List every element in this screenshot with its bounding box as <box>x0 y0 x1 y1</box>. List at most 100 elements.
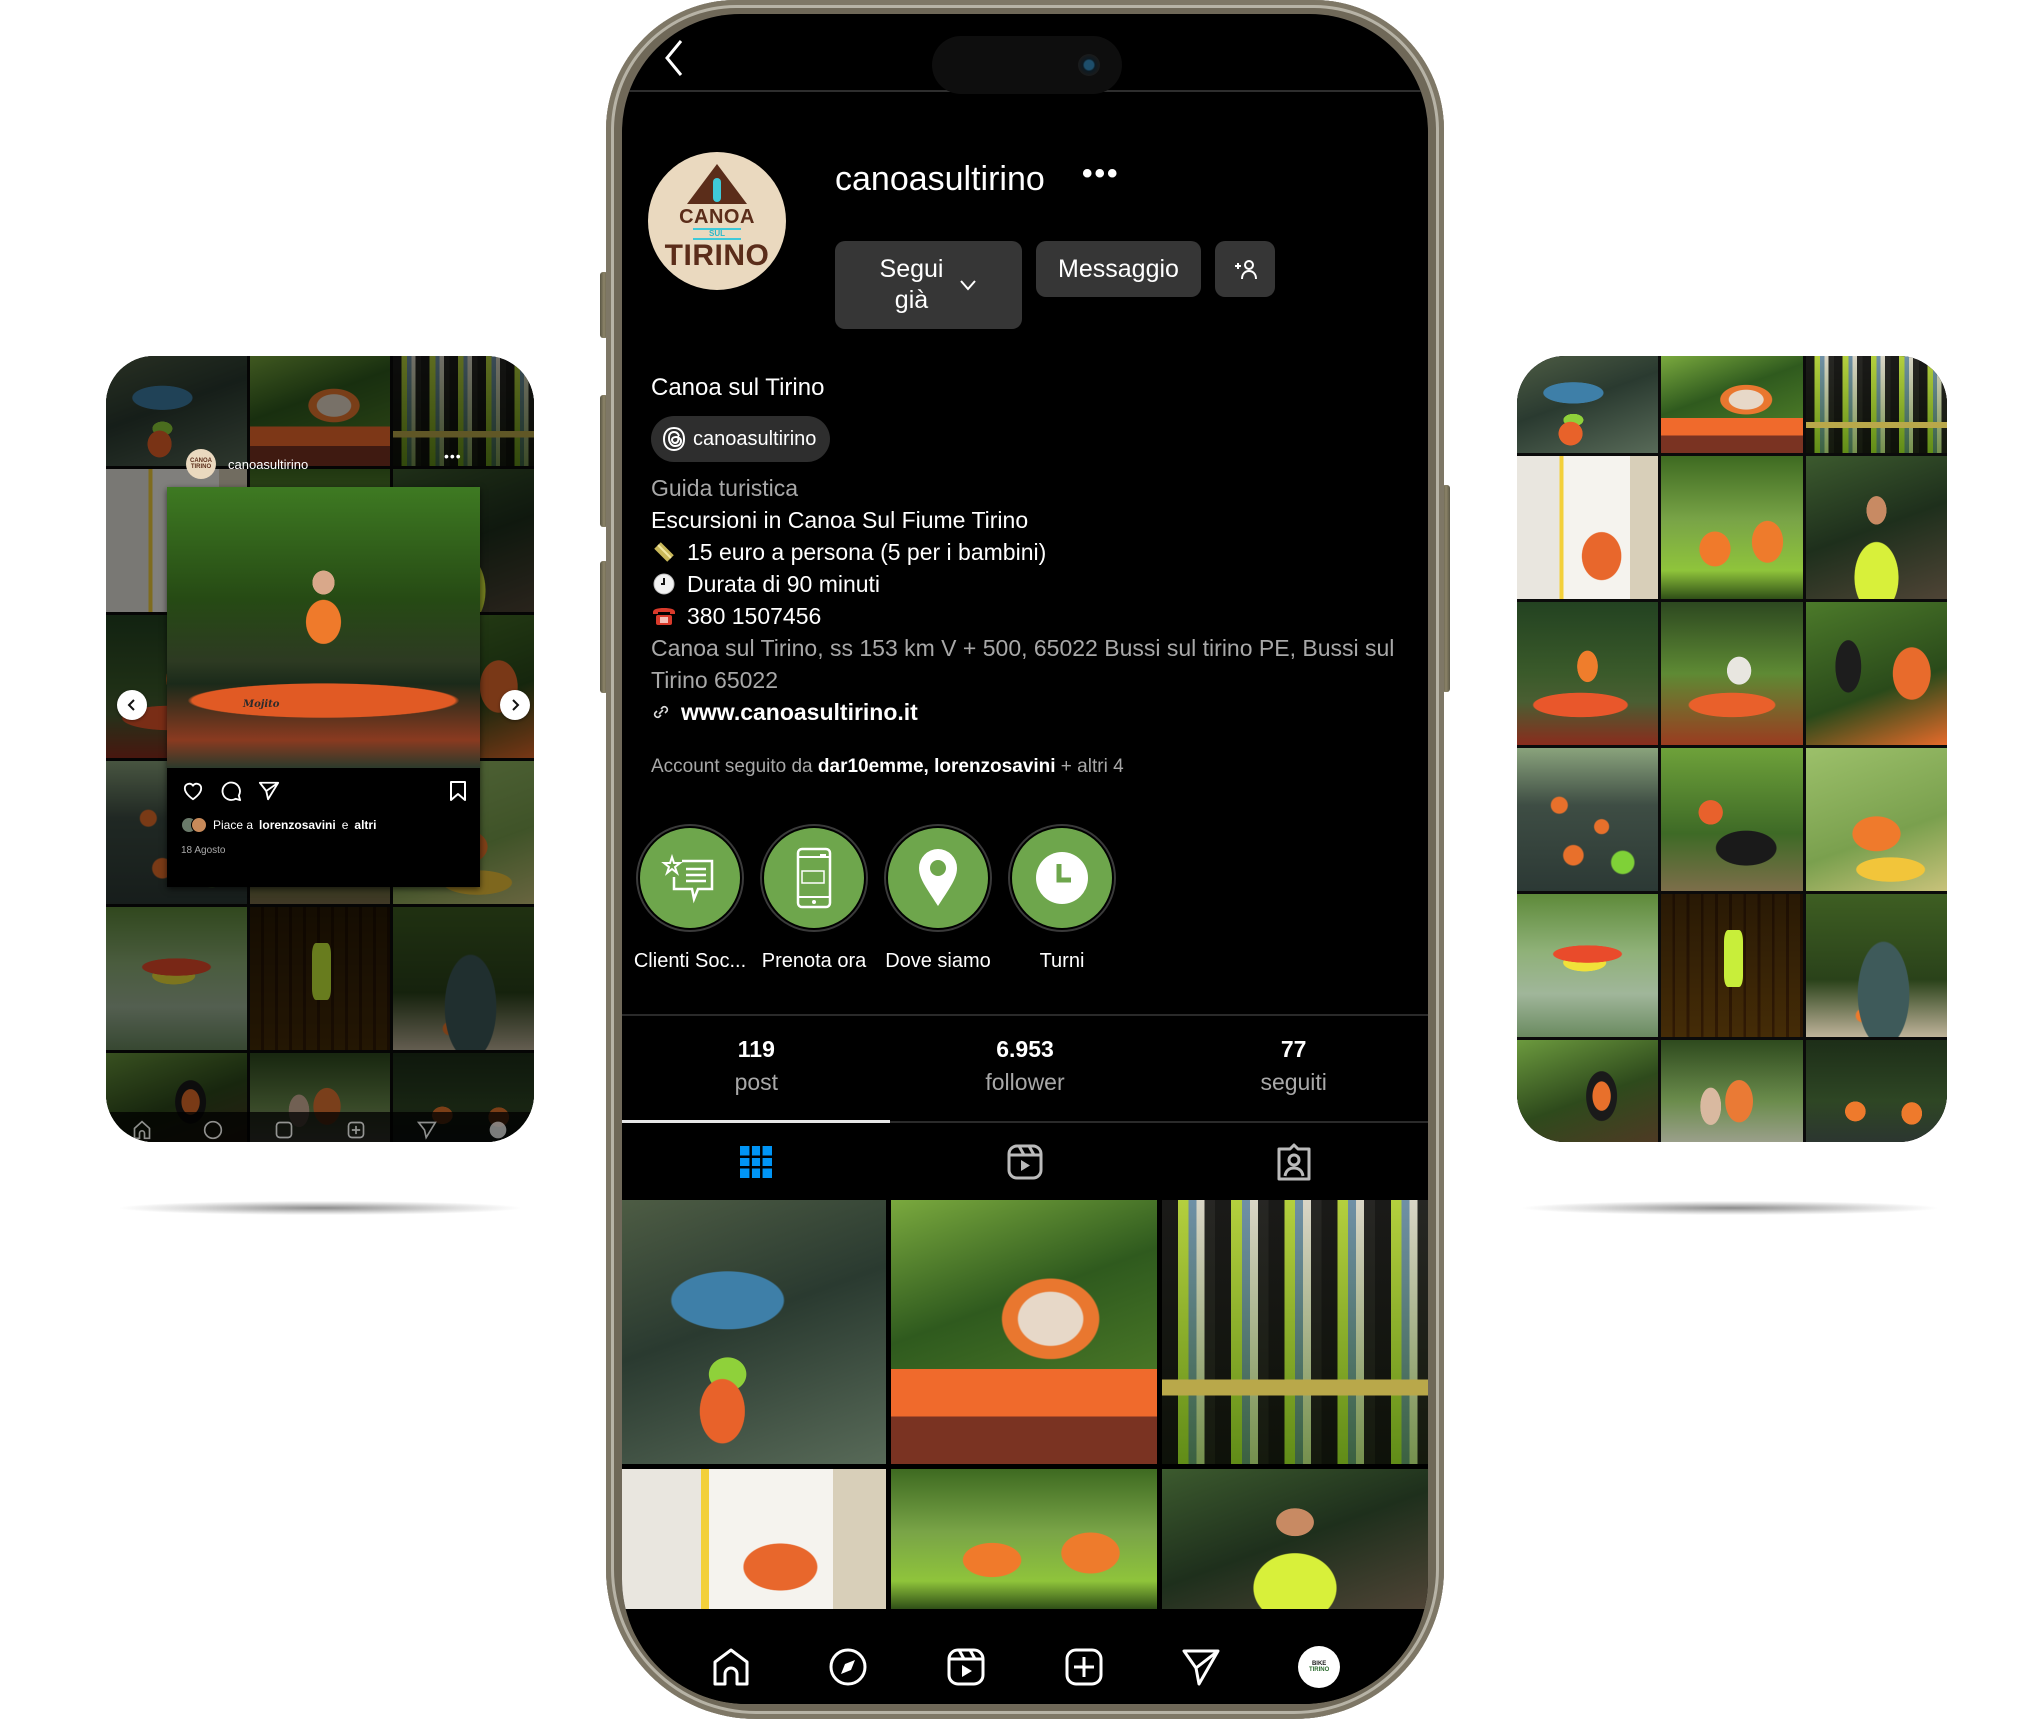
profile-avatar[interactable]: CANOA SUL TIRINO <box>648 152 786 290</box>
location-pin-icon <box>919 849 957 906</box>
phone-booking-icon <box>796 847 832 909</box>
grid-photo[interactable] <box>1517 1040 1659 1142</box>
post-thumbnail[interactable] <box>1162 1469 1428 1609</box>
grid-photo[interactable] <box>1805 748 1947 891</box>
nav-home[interactable] <box>709 1645 753 1689</box>
grid-photo[interactable] <box>1661 1040 1803 1142</box>
grid-photo[interactable] <box>1517 456 1659 599</box>
grid-photo[interactable] <box>1805 1040 1947 1142</box>
profile-address[interactable]: Canoa sul Tirino, ss 153 km V + 500, 650… <box>651 632 1411 696</box>
plus-square-icon <box>1065 1648 1103 1686</box>
grid-photo[interactable] <box>1517 356 1659 453</box>
following-button[interactable]: Segui già <box>835 241 1022 329</box>
post-photo[interactable]: Mojito <box>167 487 480 768</box>
send-icon[interactable] <box>416 1120 437 1140</box>
compass-icon[interactable] <box>203 1120 223 1140</box>
nav-explore[interactable] <box>826 1645 870 1689</box>
nav-profile[interactable]: BIKE TIRINO <box>1297 1645 1341 1689</box>
message-button[interactable]: Messaggio <box>1036 241 1201 297</box>
chevron-left-icon <box>665 40 683 76</box>
highlight-prenota-ora[interactable]: Prenota ora <box>752 824 876 973</box>
bookmark-icon[interactable] <box>446 779 470 803</box>
right-phone-grid <box>1517 356 1947 1142</box>
post-thumbnail[interactable] <box>622 1200 886 1464</box>
post-thumbnail[interactable] <box>891 1200 1157 1464</box>
post-more-button[interactable]: ••• <box>444 448 462 464</box>
grid-photo[interactable] <box>1517 748 1659 891</box>
divider <box>622 1014 1428 1016</box>
profile-stats: 119 post 6.953 follower 77 seguiti <box>622 1036 1428 1096</box>
clock-icon <box>651 571 677 597</box>
profile-category: Guida turistica <box>651 475 799 501</box>
likes-others[interactable]: altri <box>354 818 376 832</box>
left-phone-bottom-nav <box>106 1112 534 1142</box>
left-phone-post-preview: CANOA TIRINO canoasultirino ••• Mojito P… <box>106 356 534 1142</box>
profile-tabs <box>622 1129 1428 1194</box>
grid-photo[interactable] <box>1805 456 1947 599</box>
post-author-avatar[interactable]: CANOA TIRINO <box>186 449 216 479</box>
grid-photo[interactable] <box>1661 456 1803 599</box>
right-phone-photo-grid <box>1517 356 1947 1142</box>
reels-icon[interactable] <box>274 1120 294 1140</box>
kayak-brand-text: Mojito <box>243 699 280 710</box>
instagram-profile-screen: CANOA SUL TIRINO canoasultirino ••• Segu… <box>622 14 1428 1704</box>
post-thumbnail[interactable] <box>891 1469 1157 1609</box>
bio-line: Durata di 90 minuti <box>651 568 1411 600</box>
back-button[interactable] <box>660 36 688 80</box>
more-options-button[interactable]: ••• <box>1082 159 1120 189</box>
grid-photo[interactable] <box>1517 602 1659 745</box>
home-icon <box>713 1648 749 1686</box>
bio-line: 15 euro a persona (5 per i bambini) <box>651 536 1411 568</box>
tab-tagged[interactable] <box>1159 1129 1428 1194</box>
carousel-previous-button[interactable] <box>117 690 147 720</box>
post-thumbnail[interactable] <box>1162 1200 1428 1464</box>
reels-icon <box>947 1648 985 1686</box>
highlight-clienti-soddisfatti[interactable]: Clienti Soc... <box>628 824 752 973</box>
send-icon[interactable] <box>257 779 281 803</box>
stat-followers[interactable]: 6.953 follower <box>891 1036 1160 1096</box>
heart-icon[interactable] <box>181 779 205 803</box>
post-thumbnail[interactable] <box>622 1469 886 1609</box>
story-highlights: Clienti Soc... Prenota ora Dove siamo Tu… <box>628 824 1124 973</box>
threads-badge[interactable]: canoasultirino <box>651 416 831 462</box>
review-star-chat-icon <box>661 853 714 904</box>
nav-direct[interactable] <box>1179 1645 1223 1689</box>
profile-avatar-icon: BIKE TIRINO <box>1298 1646 1341 1688</box>
profile-avatar-icon[interactable] <box>488 1120 508 1140</box>
liker-username[interactable]: lorenzosavini <box>259 818 336 832</box>
grid-photo[interactable] <box>1805 356 1947 453</box>
grid-photo[interactable] <box>1661 356 1803 453</box>
followed-by-text[interactable]: Account seguito da dar10emme, lorenzosav… <box>651 756 1124 778</box>
tab-posts-grid[interactable] <box>622 1129 891 1194</box>
stat-posts[interactable]: 119 post <box>622 1036 891 1096</box>
grid-photo[interactable] <box>1661 894 1803 1037</box>
grid-photo[interactable] <box>1517 894 1659 1037</box>
post-author-username[interactable]: canoasultirino <box>228 457 308 472</box>
reels-icon <box>1007 1144 1043 1179</box>
comment-icon[interactable] <box>219 779 243 803</box>
post-likes[interactable]: Piace a lorenzosavini e altri <box>181 817 376 833</box>
grid-photo[interactable] <box>1805 894 1947 1037</box>
mountain-logo-icon <box>687 163 747 204</box>
suggest-people-button[interactable] <box>1215 241 1275 297</box>
home-icon[interactable] <box>132 1120 152 1140</box>
liker-avatars <box>181 817 207 833</box>
post-header[interactable]: CANOA TIRINO canoasultirino <box>186 448 308 480</box>
nav-reels[interactable] <box>944 1645 988 1689</box>
grid-icon <box>740 1145 773 1178</box>
grid-photo[interactable] <box>1661 748 1803 891</box>
plus-square-icon[interactable] <box>346 1120 366 1140</box>
stat-following[interactable]: 77 seguiti <box>1159 1036 1428 1096</box>
grid-photo[interactable] <box>1661 602 1803 745</box>
mutual-follower[interactable]: lorenzosavini <box>934 756 1055 777</box>
nav-create[interactable] <box>1062 1645 1106 1689</box>
tagged-icon <box>1277 1143 1311 1180</box>
grid-photo[interactable] <box>1805 602 1947 745</box>
highlight-turni[interactable]: Turni <box>1000 824 1124 973</box>
highlight-dove-siamo[interactable]: Dove siamo <box>876 824 1000 973</box>
tab-reels[interactable] <box>891 1129 1160 1194</box>
profile-username: canoasultirino <box>835 160 1045 198</box>
profile-website-link[interactable]: www.canoasultirino.it <box>651 696 1411 728</box>
mutual-follower[interactable]: dar10emme <box>818 756 924 777</box>
carousel-next-button[interactable] <box>500 690 530 720</box>
